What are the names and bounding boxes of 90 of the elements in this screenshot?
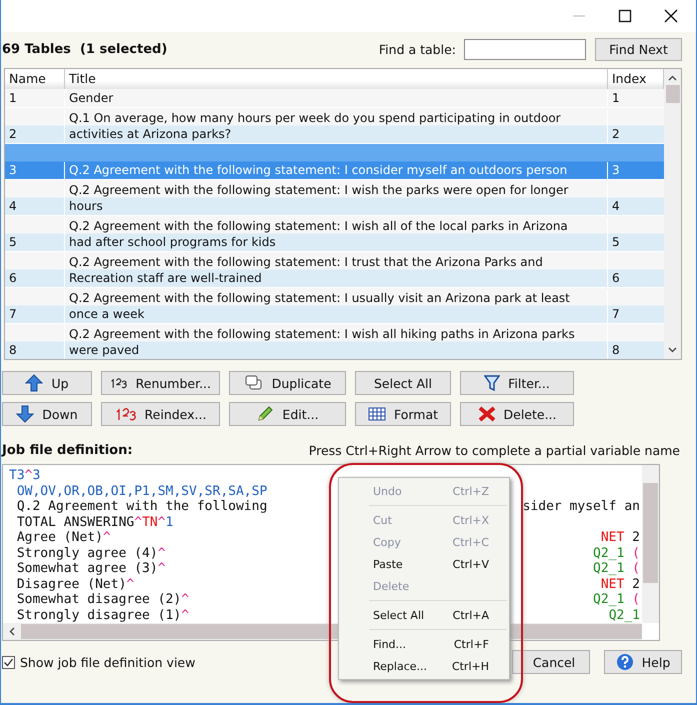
find-label: Find a table: [378, 42, 456, 56]
toolbar-button[interactable]: Reindex... [101, 402, 220, 426]
hint-text: Press Ctrl+Right Arrow to complete a partial variable name [308, 443, 680, 458]
checkbox[interactable] [2, 656, 15, 668]
code-line: Strongly disagree (1)^ [16, 608, 190, 623]
table-cell-text: 6 [611, 270, 621, 287]
close-icon[interactable] [664, 9, 678, 23]
toolbar-button[interactable]: Renumber... [101, 371, 220, 395]
code-line: NET 2 [600, 530, 640, 546]
table-cell-text: 4 [611, 198, 621, 215]
scrollbar-thumb[interactable] [666, 85, 680, 103]
scrollbar[interactable] [642, 465, 659, 623]
duplicate-icon [244, 374, 264, 392]
code-line: Somewhat disagree (2)^ [16, 592, 190, 608]
scroll-up-icon[interactable] [668, 75, 677, 81]
table-cell-text: 7 [611, 306, 621, 323]
table-cell: Q.1 On average, how many hours per week do you spend participating in outdoor activities at Arizona parks? [64, 110, 608, 143]
arrow-up-icon [25, 374, 44, 392]
code-line: Disagree (Net)^ [16, 576, 134, 592]
grid-icon [368, 406, 386, 422]
toolbar-button[interactable]: Up [2, 371, 92, 395]
toolbar-button[interactable]: Delete... [460, 402, 574, 426]
menu-item[interactable]: Select All Ctrl+A [339, 604, 509, 626]
menu-item[interactable]: Find... Ctrl+F [339, 633, 509, 655]
code-line: T3^3 [9, 468, 40, 484]
table-row[interactable]: 1 Gender 1 [5, 89, 664, 108]
scrollbar[interactable] [664, 69, 681, 359]
menu-item[interactable]: Replace... Ctrl+H [339, 655, 509, 677]
toolbar-button[interactable]: Down [2, 402, 92, 426]
toolbar-button[interactable]: Filter... [460, 371, 574, 395]
tables-count-title: 69 Tables (1 selected) [2, 42, 168, 56]
delete-icon [478, 405, 496, 423]
table-cell: Q.2 Agreement with the following statement: I consider myself an outdoors person [64, 162, 608, 179]
find-next-button[interactable]: Find Next [595, 38, 682, 60]
table-cell-text: 7 [8, 306, 18, 323]
table-cell-text: 2 [8, 126, 18, 143]
toolbar-button[interactable]: Edit... [229, 402, 346, 426]
maximize-icon[interactable] [618, 9, 632, 23]
scrollbar-thumb[interactable] [643, 483, 658, 583]
table-cell: Q.2 Agreement with the following statement: I wish the parks were open for longer hours [64, 182, 608, 215]
table-cell: Q.2 Agreement with the following statement: I wish all hiking paths in Arizona parks were paved [64, 326, 608, 359]
table-row[interactable]: 5 Q.2 Agreement with the following statement: I wish all of the local parks in Arizona had after school programs for kids 5 [5, 216, 664, 252]
table-row[interactable]: 6 Q.2 Agreement with the following statement: I trust that the Arizona Parks and Recreation staff are well-trained 6 [5, 252, 664, 288]
dialog-button[interactable]: Help [604, 650, 682, 674]
scroll-down-icon[interactable] [668, 347, 677, 353]
table-cell-text: 2 [611, 126, 621, 143]
table-row[interactable]: 2 Q.1 On average, how many hours per week do you spend participating in outdoor activities at Arizona parks? 2 [5, 108, 664, 144]
code-line: Q.2 Agreement with the following [16, 499, 268, 514]
table-cell: Q.2 Agreement with the following statement: I wish all of the local parks in Arizona had after school programs for kids [64, 218, 608, 251]
filter-icon [484, 374, 500, 392]
table-cell-text: 5 [8, 234, 18, 251]
code-line: TOTAL ANSWERING^TN^1 [16, 514, 174, 530]
menu-item[interactable]: Paste Ctrl+V [339, 553, 509, 575]
table-cell-text: 5 [611, 234, 621, 251]
table-cell: Gender [64, 90, 608, 107]
toolbar-button[interactable]: Format [355, 402, 451, 426]
pencil-icon [256, 405, 274, 423]
table-cell: Q.2 Agreement with the following statement: I usually visit an Arizona park at least once a week [64, 290, 608, 323]
table-cell-text: 1 [8, 90, 18, 107]
code-line: Q2_1 ( [593, 546, 640, 561]
code-line: NET 2 [600, 576, 640, 592]
code-line: Q2_1 ( [593, 561, 640, 576]
code-line: OW,OV,OR,OB,OI,P1,SM,SV,SR,SA,SP [16, 484, 268, 499]
table-row[interactable]: 7 Q.2 Agreement with the following statement: I usually visit an Arizona park at least once a week 7 [5, 288, 664, 324]
toolbar-button[interactable]: Duplicate [229, 371, 346, 395]
table-row[interactable]: 4 Q.2 Agreement with the following statement: I wish the parks were open for longer hours 4 [5, 180, 664, 216]
table-cell-text: 8 [611, 342, 621, 359]
section-label: Job file definition: [2, 443, 133, 458]
code-line: Q2_1 ( [593, 592, 640, 608]
code-line: Somewhat agree (3)^ [16, 561, 166, 576]
help-icon [616, 653, 634, 671]
code-line: sider myself an [522, 499, 640, 514]
code-line: Strongly agree (4)^ [16, 546, 166, 561]
table-cell-text: 8 [8, 342, 18, 359]
dialog-button[interactable]: Cancel [512, 650, 590, 674]
table-cell-text: 4 [8, 198, 18, 215]
find-table-input[interactable] [464, 38, 586, 60]
table-cell-text: 3 [8, 162, 18, 179]
table-row[interactable]: 8 Q.2 Agreement with the following statement: I wish all hiking paths in Arizona parks were paved 8 [5, 324, 664, 359]
table-cell-text: 3 [611, 162, 621, 179]
arrow-down-icon [16, 405, 34, 423]
code-line: Agree (Net)^ [16, 530, 111, 546]
toolbar-button[interactable]: Select All [355, 371, 451, 395]
numbers-icon [114, 407, 137, 421]
table-cell-text: 6 [8, 270, 18, 287]
table-cell-text: 1 [611, 90, 621, 107]
numbers-icon [110, 376, 128, 390]
code-line: Q2_1 [608, 608, 640, 623]
table-cell: Q.2 Agreement with the following statement: I trust that the Arizona Parks and Recreation staff are well-trained [64, 254, 608, 287]
scroll-left-icon[interactable] [9, 627, 15, 636]
